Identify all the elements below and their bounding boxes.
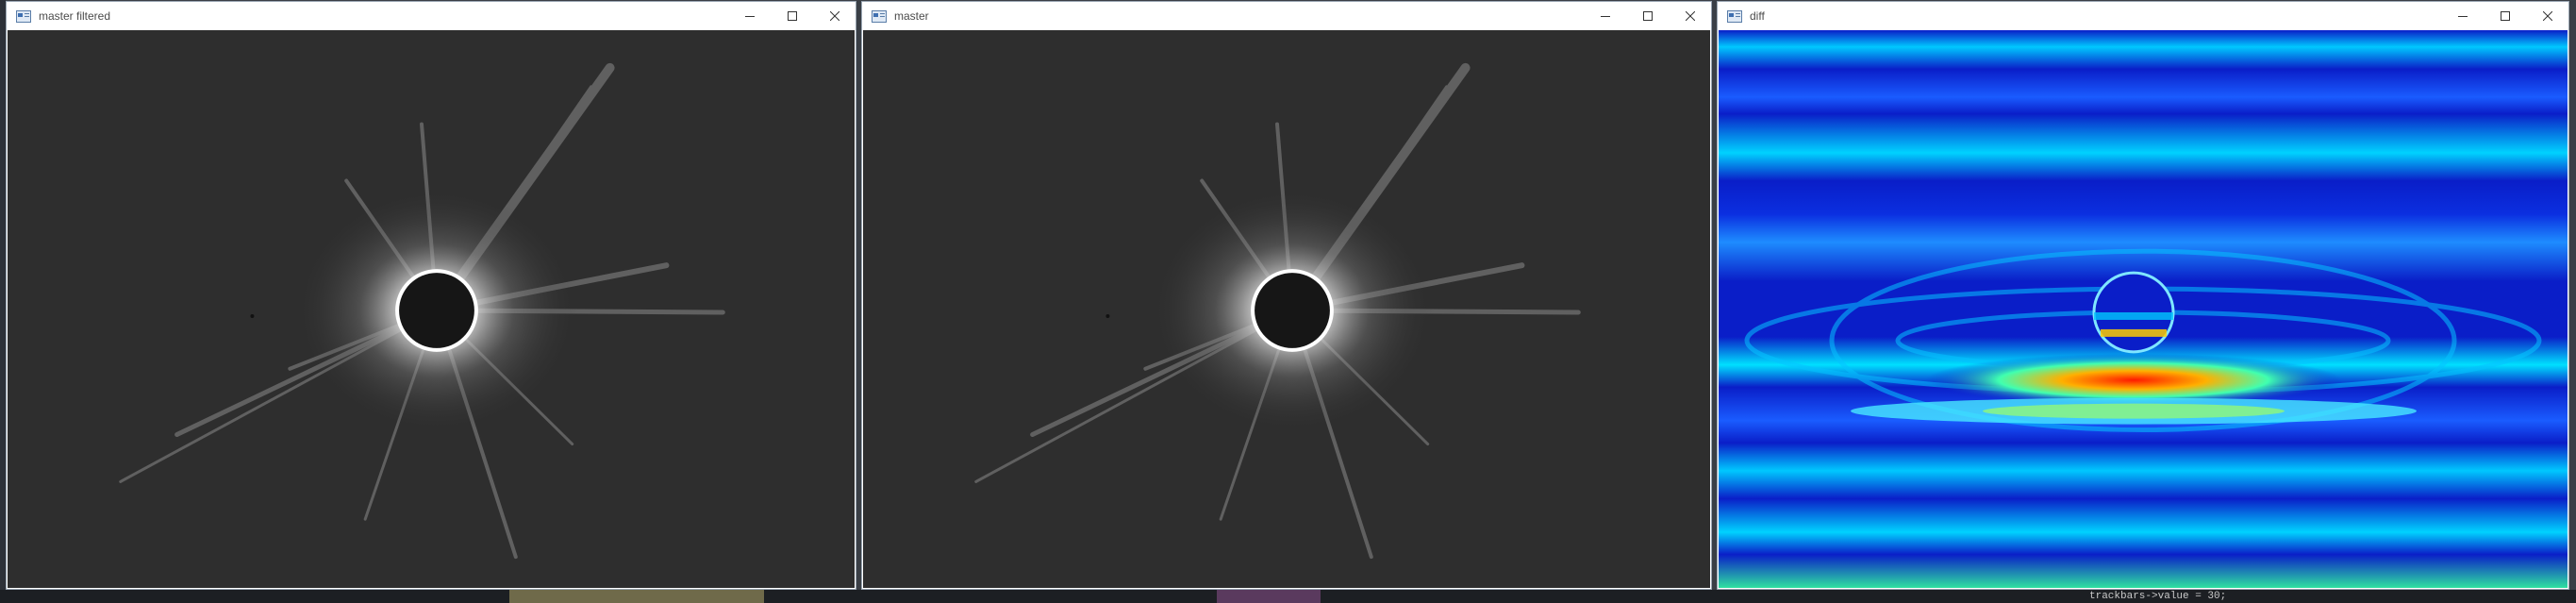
maximize-icon (2500, 11, 2510, 21)
terminal-code-line: trackbars->value = 30; (2089, 591, 2227, 602)
minimize-button[interactable] (2441, 2, 2484, 30)
desktop-image-fragment (1217, 590, 1321, 603)
maximize-button[interactable] (1626, 2, 1669, 30)
close-icon (829, 11, 839, 21)
maximize-button[interactable] (771, 2, 813, 30)
close-icon (1685, 11, 1695, 21)
image-canvas[interactable] (1719, 30, 2568, 588)
minimize-icon (2457, 16, 2468, 17)
eclipse-corona-image (8, 30, 855, 588)
window-title: master filtered (39, 9, 111, 23)
minimize-button[interactable] (728, 2, 771, 30)
image-window-icon (872, 9, 887, 23)
window-master-filtered[interactable]: master filtered (6, 1, 856, 590)
close-button[interactable] (813, 2, 856, 30)
window-title: diff (1750, 9, 1765, 23)
jet-colormap-difference-image (1719, 30, 2568, 588)
eclipse-corona-image (863, 30, 1710, 588)
maximize-icon (1642, 11, 1653, 21)
maximize-button[interactable] (2484, 2, 2526, 30)
title-bar[interactable]: master (862, 2, 1711, 30)
minimize-icon (1600, 16, 1610, 17)
close-button[interactable] (2526, 2, 2568, 30)
title-bar[interactable]: diff (1718, 2, 2568, 30)
image-canvas[interactable] (863, 30, 1710, 588)
image-window-icon (16, 9, 31, 23)
minimize-button[interactable] (1584, 2, 1626, 30)
desktop-image-fragment (509, 590, 764, 603)
close-icon (2542, 11, 2552, 21)
title-bar[interactable]: master filtered (7, 2, 856, 30)
image-window-icon (1727, 9, 1742, 23)
image-canvas[interactable] (8, 30, 855, 588)
maximize-icon (787, 11, 797, 21)
desktop-background-strip: trackbars->value = 30; (0, 590, 2576, 603)
window-title: master (894, 9, 929, 23)
close-button[interactable] (1669, 2, 1711, 30)
window-diff[interactable]: diff (1717, 1, 2569, 590)
minimize-icon (744, 16, 755, 17)
window-master[interactable]: master (861, 1, 1712, 590)
